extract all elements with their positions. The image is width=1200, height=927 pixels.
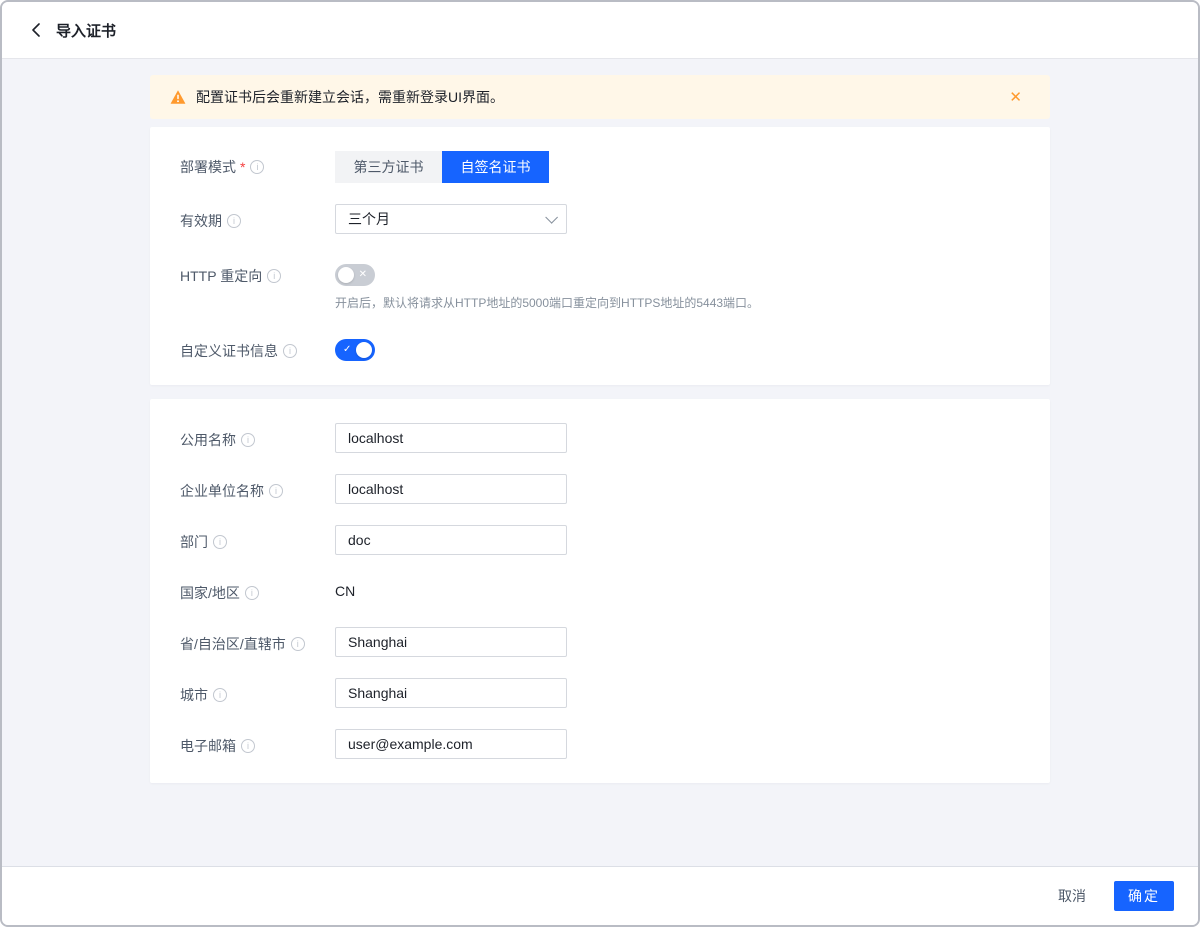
country-row: 国家/地区 i CN	[180, 576, 1020, 606]
common-name-label-text: 公用名称	[180, 430, 236, 450]
toggle-knob	[338, 267, 354, 283]
city-label-text: 城市	[180, 685, 208, 705]
self-signed-cert-button[interactable]: 自签名证书	[442, 151, 549, 183]
info-icon[interactable]: i	[283, 344, 297, 358]
custom-cert-info-label-text: 自定义证书信息	[180, 341, 278, 361]
info-icon[interactable]: i	[213, 535, 227, 549]
http-redirect-label: HTTP 重定向 i	[180, 260, 335, 286]
info-icon[interactable]: i	[250, 160, 264, 174]
content-area: 配置证书后会重新建立会话，需重新登录UI界面。 ✕ 部署模式* i 第三方证书 …	[2, 59, 1198, 866]
info-icon[interactable]: i	[213, 688, 227, 702]
deploy-mode-label: 部署模式* i	[180, 151, 335, 177]
import-certificate-page: 导入证书 配置证书后会重新建立会话，需重新登录UI界面。 ✕ 部署模式* i	[0, 0, 1200, 927]
settings-card: 部署模式* i 第三方证书 自签名证书 有效期 i 三个月	[150, 127, 1050, 385]
page-header: 导入证书	[2, 2, 1198, 59]
country-label: 国家/地区 i	[180, 576, 335, 603]
deploy-mode-segmented-control: 第三方证书 自签名证书	[335, 151, 1020, 183]
http-redirect-label-text: HTTP 重定向	[180, 266, 262, 286]
email-label-text: 电子邮箱	[180, 736, 236, 756]
info-icon[interactable]: i	[269, 484, 283, 498]
department-input[interactable]	[335, 525, 567, 555]
country-value: CN	[335, 576, 1020, 606]
email-row: 电子邮箱 i	[180, 729, 1020, 759]
email-input[interactable]	[335, 729, 567, 759]
deploy-mode-row: 部署模式* i 第三方证书 自签名证书	[180, 151, 1020, 183]
page-title: 导入证书	[56, 20, 116, 41]
common-name-label: 公用名称 i	[180, 423, 335, 450]
province-label: 省/自治区/直辖市 i	[180, 627, 335, 654]
info-icon[interactable]: i	[291, 637, 305, 651]
city-row: 城市 i	[180, 678, 1020, 708]
info-icon[interactable]: i	[245, 586, 259, 600]
organization-input[interactable]	[335, 474, 567, 504]
country-label-text: 国家/地区	[180, 583, 240, 603]
confirm-button[interactable]: 确定	[1114, 881, 1174, 911]
organization-label-text: 企业单位名称	[180, 481, 264, 501]
chevron-down-icon	[545, 211, 558, 224]
footer-action-bar: 取消 确定	[2, 866, 1198, 925]
department-label-text: 部门	[180, 532, 208, 552]
validity-select[interactable]: 三个月	[335, 204, 567, 234]
http-redirect-row: HTTP 重定向 i ✕ 开启后，默认将请求从HTTP地址的5000端口重定向到…	[180, 260, 1020, 311]
province-input[interactable]	[335, 627, 567, 657]
toggle-off-x-icon: ✕	[359, 264, 367, 286]
validity-label: 有效期 i	[180, 204, 335, 231]
city-label: 城市 i	[180, 678, 335, 705]
http-redirect-help-text: 开启后，默认将请求从HTTP地址的5000端口重定向到HTTPS地址的5443端…	[335, 294, 1020, 311]
cancel-button[interactable]: 取消	[1056, 880, 1088, 912]
organization-row: 企业单位名称 i	[180, 474, 1020, 504]
warning-banner: 配置证书后会重新建立会话，需重新登录UI界面。 ✕	[150, 75, 1050, 119]
custom-cert-info-toggle[interactable]: ✓	[335, 339, 375, 361]
email-label: 电子邮箱 i	[180, 729, 335, 756]
certificate-fields-card: 公用名称 i 企业单位名称 i 部门 i	[150, 399, 1050, 783]
toggle-knob	[356, 342, 372, 358]
toggle-on-check-icon: ✓	[343, 339, 351, 361]
department-row: 部门 i	[180, 525, 1020, 555]
info-icon[interactable]: i	[227, 214, 241, 228]
info-icon[interactable]: i	[241, 433, 255, 447]
validity-label-text: 有效期	[180, 211, 222, 231]
warning-triangle-icon	[170, 89, 186, 105]
banner-close-icon[interactable]: ✕	[1005, 86, 1026, 109]
deploy-mode-label-text: 部署模式	[180, 157, 236, 177]
province-label-text: 省/自治区/直辖市	[180, 634, 286, 654]
validity-row: 有效期 i 三个月	[180, 204, 1020, 234]
back-button[interactable]	[26, 20, 46, 40]
department-label: 部门 i	[180, 525, 335, 552]
http-redirect-toggle[interactable]: ✕	[335, 264, 375, 286]
required-asterisk: *	[240, 159, 245, 175]
custom-cert-info-row: 自定义证书信息 i ✓	[180, 335, 1020, 361]
info-icon[interactable]: i	[241, 739, 255, 753]
chevron-left-icon	[31, 23, 41, 37]
organization-label: 企业单位名称 i	[180, 474, 335, 501]
custom-cert-info-label: 自定义证书信息 i	[180, 335, 335, 361]
common-name-row: 公用名称 i	[180, 423, 1020, 453]
province-row: 省/自治区/直辖市 i	[180, 627, 1020, 657]
warning-banner-text: 配置证书后会重新建立会话，需重新登录UI界面。	[196, 87, 1005, 107]
info-icon[interactable]: i	[267, 269, 281, 283]
common-name-input[interactable]	[335, 423, 567, 453]
third-party-cert-button[interactable]: 第三方证书	[335, 151, 442, 183]
city-input[interactable]	[335, 678, 567, 708]
validity-selected-value: 三个月	[348, 209, 390, 229]
